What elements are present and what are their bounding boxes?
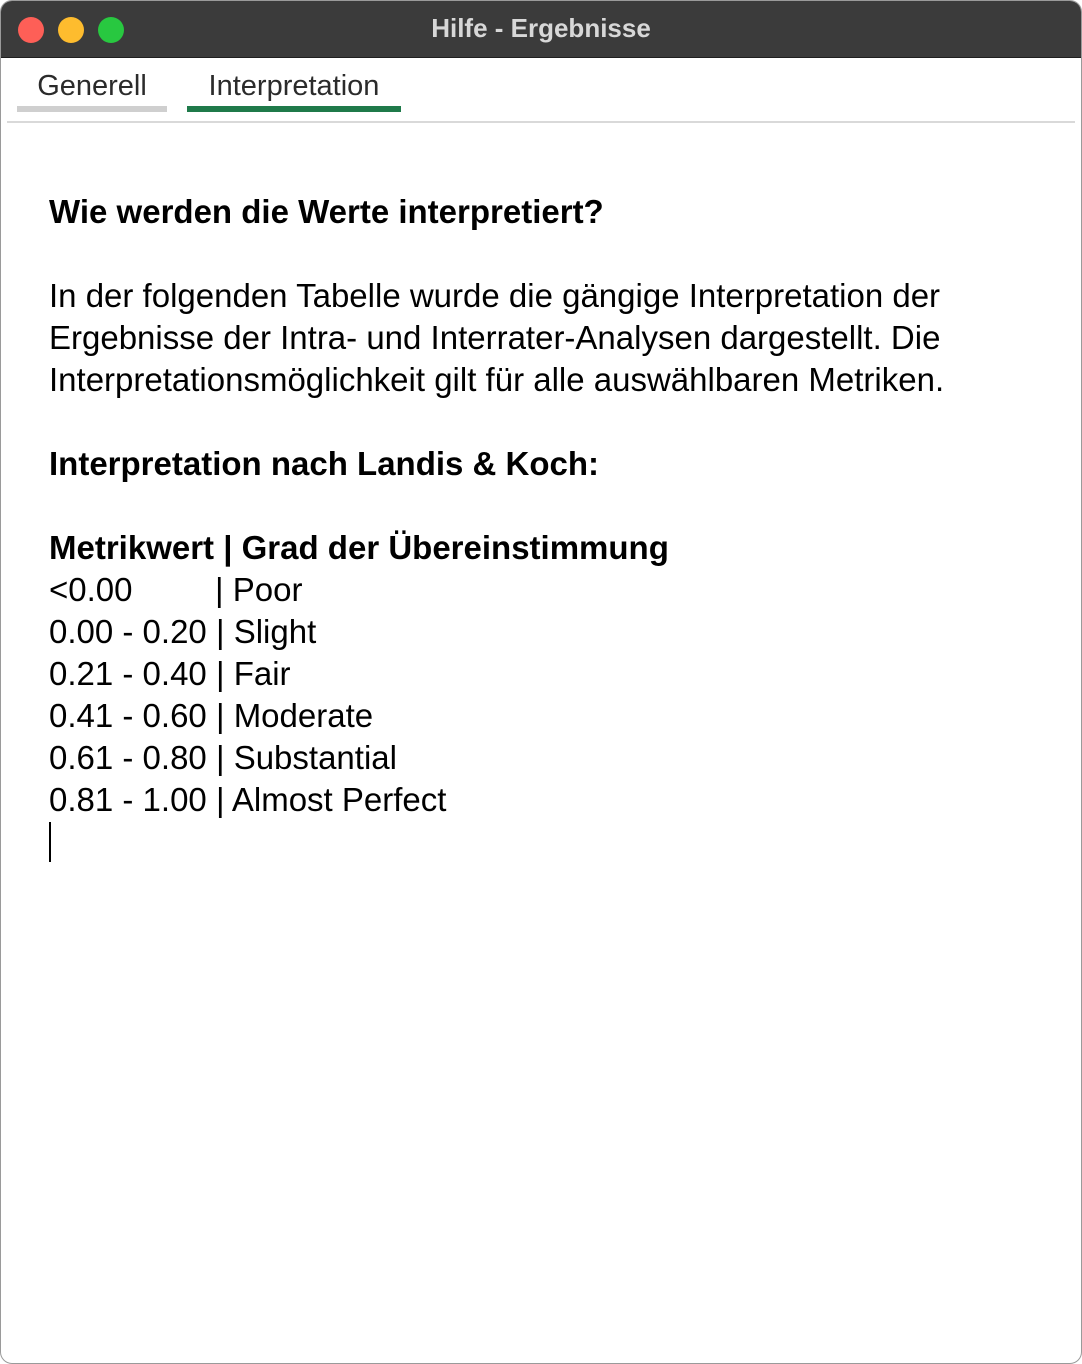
help-window: Hilfe - Ergebnisse Generell Interpretati… <box>0 0 1082 1364</box>
table-row: 0.61 - 0.80 | Substantial <box>49 739 397 776</box>
table-row: 0.21 - 0.40 | Fair <box>49 655 291 692</box>
tab-interpretation-label: Interpretation <box>208 70 380 102</box>
tab-general[interactable]: Generell <box>17 58 167 112</box>
window-title: Hilfe - Ergebnisse <box>431 13 651 43</box>
tab-bar: Generell Interpretation <box>1 58 1081 122</box>
help-heading: Wie werden die Werte interpretiert? <box>49 193 604 230</box>
table-row: 0.81 - 1.00 | Almost Perfect <box>49 781 447 818</box>
help-text-area[interactable]: Wie werden die Werte interpretiert? In d… <box>49 191 1049 862</box>
interpretation-subheading: Interpretation nach Landis & Koch: <box>49 445 600 482</box>
paragraph-line: Ergebnisse der Intra- und Interrater-Ana… <box>49 319 941 356</box>
table-header: Metrikwert | Grad der Übereinstimmung <box>49 529 669 566</box>
table-row: 0.00 - 0.20 | Slight <box>49 613 317 650</box>
paragraph-line: Interpretationsmöglichkeit gilt für alle… <box>49 361 945 398</box>
tab-divider <box>7 121 1075 123</box>
tab-general-label: Generell <box>37 70 147 102</box>
tab-interpretation-underline <box>187 106 401 112</box>
text-cursor <box>49 822 51 862</box>
table-row: 0.41 - 0.60 | Moderate <box>49 697 374 734</box>
title-bar[interactable]: Hilfe - Ergebnisse <box>1 1 1081 58</box>
tab-interpretation[interactable]: Interpretation <box>187 58 401 112</box>
table-row: <0.00 | Poor <box>49 571 303 608</box>
paragraph-line: In der folgenden Tabelle wurde die gängi… <box>49 277 941 314</box>
tab-general-underline <box>17 106 167 112</box>
